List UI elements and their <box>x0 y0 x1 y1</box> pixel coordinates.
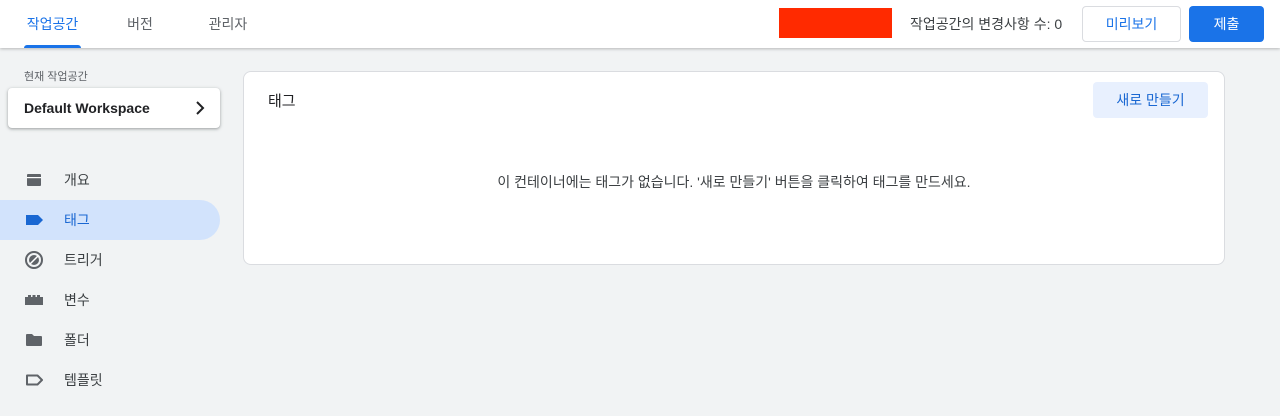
sidebar-item-label: 개요 <box>64 172 90 188</box>
workspace-name: Default Workspace <box>24 100 150 116</box>
redacted-container-name <box>779 8 892 38</box>
sidebar-item-tags[interactable]: 태그 <box>0 200 220 240</box>
current-workspace-caption: 현재 작업공간 <box>24 71 88 83</box>
new-tag-button[interactable]: 새로 만들기 <box>1093 82 1208 118</box>
trigger-icon <box>24 250 44 270</box>
empty-state-message: 이 컨테이너에는 태그가 없습니다. '새로 만들기' 버튼을 클릭하여 태그를… <box>497 174 971 190</box>
variable-icon <box>24 290 44 310</box>
sidebar-item-label: 태그 <box>64 212 90 228</box>
preview-button[interactable]: 미리보기 <box>1082 6 1181 42</box>
sidebar-item-templates[interactable]: 템플릿 <box>0 360 220 400</box>
sidebar-item-label: 트리거 <box>64 252 103 268</box>
template-icon <box>24 370 44 390</box>
tab-versions[interactable]: 버전 <box>120 0 160 48</box>
card-title: 태그 <box>268 93 296 110</box>
tab-admin[interactable]: 관리자 <box>203 0 253 48</box>
sidebar-item-label: 템플릿 <box>64 372 103 388</box>
chevron-right-icon <box>192 100 208 116</box>
submit-button-label: 제출 <box>1213 16 1240 32</box>
sidebar-item-folders[interactable]: 폴더 <box>0 320 220 360</box>
tags-card: 태그 새로 만들기 이 컨테이너에는 태그가 없습니다. '새로 만들기' 버튼… <box>243 71 1225 265</box>
tab-workspace-label: 작업공간 <box>26 16 79 32</box>
tab-workspace[interactable]: 작업공간 <box>24 0 81 48</box>
new-tag-button-label: 새로 만들기 <box>1116 92 1185 108</box>
sidebar-item-label: 폴더 <box>64 332 90 348</box>
workspace-change-count: 작업공간의 변경사항 수: 0 <box>910 16 1063 32</box>
overview-icon <box>24 170 44 190</box>
sidebar-item-triggers[interactable]: 트리거 <box>0 240 220 280</box>
top-bar: 작업공간 버전 관리자 작업공간의 변경사항 수: 0 미리보기 제출 <box>0 0 1280 48</box>
workspace-selector[interactable]: Default Workspace <box>8 88 220 128</box>
sidebar-item-label: 변수 <box>64 292 90 308</box>
tab-admin-label: 관리자 <box>208 16 248 32</box>
preview-button-label: 미리보기 <box>1105 16 1158 32</box>
tag-icon <box>24 210 44 230</box>
folder-icon <box>24 330 44 350</box>
sidebar-item-variables[interactable]: 변수 <box>0 280 220 320</box>
submit-button[interactable]: 제출 <box>1189 6 1264 42</box>
tab-versions-label: 버전 <box>127 16 153 32</box>
sidebar-item-overview[interactable]: 개요 <box>0 160 220 200</box>
